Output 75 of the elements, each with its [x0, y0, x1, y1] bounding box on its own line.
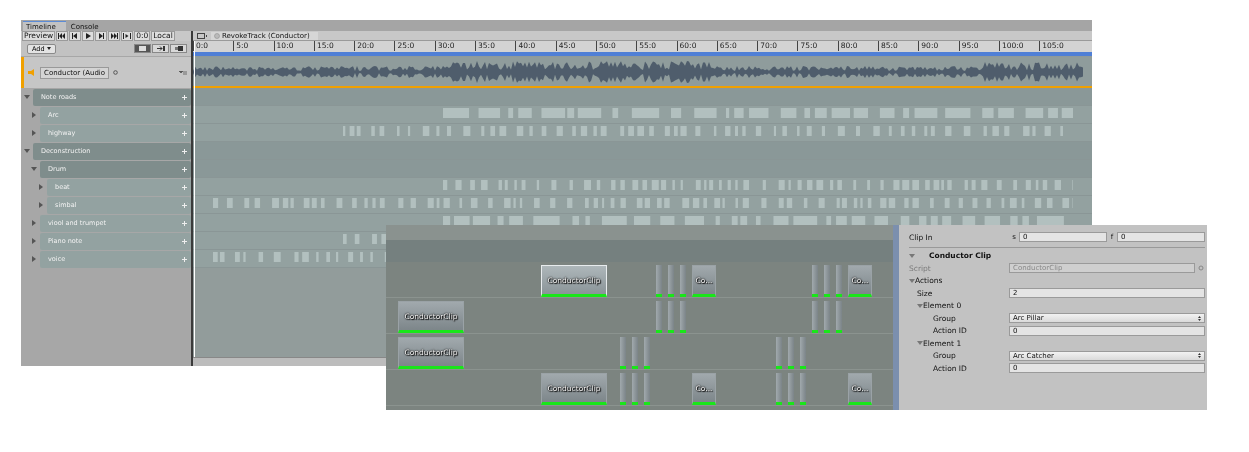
panel-icon[interactable] — [197, 32, 207, 39]
last-frame-button[interactable] — [108, 31, 121, 41]
expanded-arrow-icon[interactable] — [917, 302, 923, 309]
short-clip[interactable] — [824, 301, 830, 333]
short-clip[interactable] — [788, 373, 794, 405]
step-forward-icon — [97, 33, 106, 39]
arrow-icon — [156, 46, 165, 51]
short-clip[interactable] — [776, 337, 782, 369]
previous-frame-button[interactable] — [69, 31, 82, 41]
short-clip[interactable] — [776, 373, 782, 405]
add-icon[interactable] — [182, 112, 187, 118]
mix-mode-button[interactable] — [134, 44, 151, 53]
short-clip[interactable] — [824, 265, 830, 297]
short-clip[interactable] — [800, 373, 806, 405]
next-frame-button[interactable] — [95, 31, 108, 41]
add-icon[interactable] — [182, 256, 187, 262]
collapsed-arrow-icon[interactable] — [38, 184, 44, 190]
add-icon[interactable] — [182, 148, 187, 154]
add-icon[interactable] — [182, 184, 187, 190]
target-icon[interactable] — [1195, 265, 1205, 272]
add-icon[interactable] — [182, 166, 187, 172]
short-clip[interactable] — [812, 301, 818, 333]
short-clip[interactable] — [620, 337, 626, 369]
short-clip[interactable] — [800, 337, 806, 369]
speaker-icon — [28, 69, 36, 76]
add-icon[interactable] — [182, 220, 187, 226]
short-clip[interactable] — [836, 265, 842, 297]
add-icon[interactable] — [182, 130, 187, 136]
short-clip[interactable] — [644, 337, 650, 369]
collapsed-arrow-icon[interactable] — [38, 202, 44, 208]
replace-mode-button[interactable] — [170, 44, 187, 53]
collapsed-arrow-icon[interactable] — [31, 130, 37, 136]
expanded-arrow-icon[interactable] — [909, 277, 915, 284]
circle-icon[interactable] — [113, 70, 119, 75]
short-clip[interactable] — [656, 301, 662, 333]
ripple-mode-button[interactable] — [152, 44, 169, 53]
expanded-arrow-icon[interactable] — [917, 340, 923, 347]
short-clip[interactable] — [644, 373, 650, 405]
menu-icon[interactable] — [179, 70, 187, 75]
short-clip[interactable] — [668, 301, 674, 333]
short-clip[interactable] — [632, 373, 638, 405]
skip-back-icon — [58, 33, 67, 39]
play-range-icon — [123, 33, 132, 39]
add-icon[interactable] — [182, 202, 187, 208]
first-frame-button[interactable] — [56, 31, 69, 41]
expanded-arrow-icon[interactable] — [909, 252, 915, 259]
short-clip[interactable] — [680, 265, 686, 297]
short-clip[interactable] — [620, 373, 626, 405]
add-icon[interactable] — [182, 238, 187, 244]
short-clip[interactable] — [812, 265, 818, 297]
updown-icon — [1198, 353, 1201, 359]
collapsed-arrow-icon[interactable] — [31, 220, 37, 226]
step-back-icon — [71, 33, 80, 39]
short-clip[interactable] — [788, 337, 794, 369]
add-icon[interactable] — [182, 94, 187, 100]
short-clip[interactable] — [632, 337, 638, 369]
play-range-button[interactable] — [121, 31, 134, 41]
play-button[interactable] — [82, 31, 95, 41]
expanded-arrow-icon[interactable] — [24, 94, 30, 100]
expanded-arrow-icon[interactable] — [31, 166, 37, 172]
caret-icon — [46, 47, 51, 50]
collapsed-arrow-icon[interactable] — [31, 112, 37, 118]
block-icon — [174, 46, 183, 51]
expanded-arrow-icon[interactable] — [24, 148, 30, 154]
short-clip[interactable] — [836, 301, 842, 333]
asset-icon — [214, 32, 220, 39]
short-clip[interactable] — [668, 265, 674, 297]
skip-forward-icon — [110, 33, 119, 39]
updown-icon — [1198, 315, 1201, 321]
short-clip[interactable] — [656, 265, 662, 297]
collapsed-arrow-icon[interactable] — [31, 238, 37, 244]
play-icon — [84, 33, 93, 39]
square-icon — [139, 46, 146, 51]
short-clip[interactable] — [680, 301, 686, 333]
collapsed-arrow-icon[interactable] — [31, 256, 37, 262]
